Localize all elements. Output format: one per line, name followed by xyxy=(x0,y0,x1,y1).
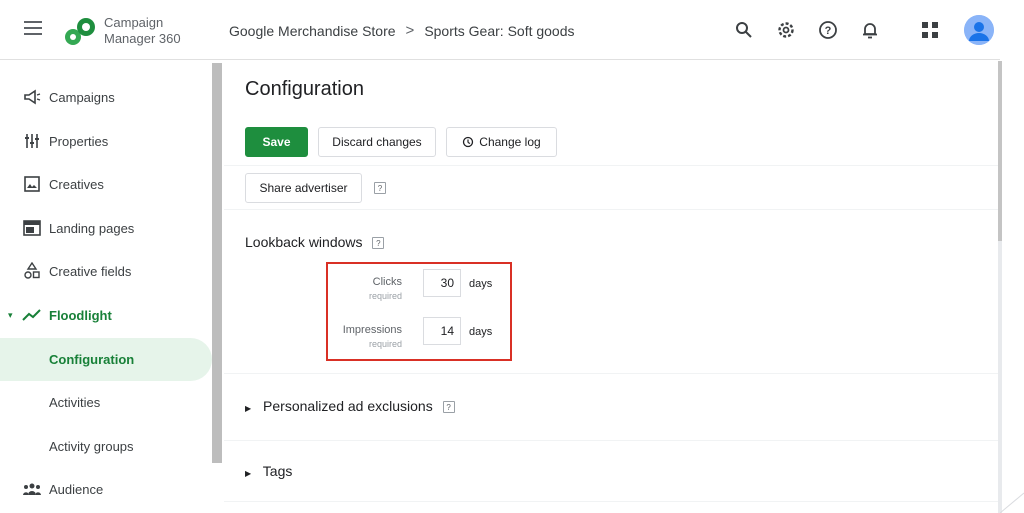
sidebar-item-campaigns[interactable]: Campaigns xyxy=(0,77,212,117)
svg-text:?: ? xyxy=(825,25,832,37)
breadcrumb: Google Merchandise Store > Sports Gear: … xyxy=(229,22,575,39)
history-icon xyxy=(463,136,474,148)
personalized-ad-exclusions-label: Personalized ad exclusions xyxy=(263,398,433,414)
sidebar-item-audience[interactable]: Audience xyxy=(0,469,212,509)
share-advertiser-row: Share advertiser ? xyxy=(224,166,998,209)
image-icon xyxy=(22,174,42,194)
clicks-days-input[interactable] xyxy=(423,269,461,297)
sidebar-item-activity-groups[interactable]: Activity groups xyxy=(0,426,212,466)
main-content: Configuration Save Discard changes Chang… xyxy=(224,61,1000,513)
save-button[interactable]: Save xyxy=(245,127,308,157)
sidebar-item-label: Properties xyxy=(49,133,109,149)
personalized-ad-exclusions-header: ▶ Personalized ad exclusions ? xyxy=(245,398,455,414)
lookback-windows-label: Lookback windows xyxy=(245,234,363,250)
sidebar-item-label: Floodlight xyxy=(49,307,112,323)
decorative-corner-line xyxy=(1000,492,1024,513)
sidebar-item-activities[interactable]: Activities xyxy=(0,382,212,422)
sidebar-item-creatives[interactable]: Creatives xyxy=(0,164,212,204)
change-log-button[interactable]: Change log xyxy=(446,127,557,157)
menu-icon[interactable] xyxy=(24,21,42,35)
sidebar-item-configuration[interactable]: Configuration xyxy=(0,338,212,381)
product-name-line1: Campaign xyxy=(104,15,164,30)
share-advertiser-button[interactable]: Share advertiser xyxy=(245,173,362,203)
help-tooltip-icon[interactable]: ? xyxy=(442,401,455,414)
impressions-label-text: Impressions xyxy=(342,324,402,336)
product-name-line2: Manager 360 xyxy=(104,31,181,46)
gear-icon[interactable] xyxy=(773,17,799,43)
discard-changes-button[interactable]: Discard changes xyxy=(318,127,436,157)
expand-caret-icon: ▶ xyxy=(245,469,252,478)
sidebar-item-landing-pages[interactable]: Landing pages xyxy=(0,208,212,248)
shapes-icon xyxy=(22,261,42,281)
sidebar-nav: Campaigns Properties Creatives Landing p… xyxy=(0,61,212,513)
apps-icon[interactable] xyxy=(917,17,943,43)
sidebar-item-creative-fields[interactable]: Creative fields xyxy=(0,251,212,291)
impressions-required-text: required xyxy=(368,339,402,349)
page-title: Configuration xyxy=(245,78,364,100)
lookback-windows-title: Lookback windows ? xyxy=(245,234,385,250)
sidebar-item-label: Campaigns xyxy=(49,89,115,105)
sidebar-item-label: Activities xyxy=(49,394,101,410)
impressions-label: Impressions required xyxy=(326,323,402,351)
clicks-required-text: required xyxy=(368,291,402,301)
sidebar-item-label: Creatives xyxy=(49,176,104,192)
header-card: Configuration Save Discard changes Chang… xyxy=(224,61,998,165)
help-tooltip-icon[interactable]: ? xyxy=(372,237,385,250)
tags-header: ▶ Tags xyxy=(245,463,292,479)
people-icon xyxy=(22,479,42,499)
avatar[interactable] xyxy=(964,15,994,45)
clicks-days-unit: days xyxy=(469,278,493,290)
next-section-card xyxy=(224,502,998,513)
clicks-label: Clicks required xyxy=(326,275,402,303)
clicks-label-text: Clicks xyxy=(372,276,402,288)
tags-section[interactable]: ▶ Tags xyxy=(224,441,998,501)
web-icon xyxy=(22,218,42,238)
sidebar-item-properties[interactable]: Properties xyxy=(0,121,212,161)
impressions-days-unit: days xyxy=(469,326,493,338)
breadcrumb-separator: > xyxy=(405,22,415,39)
help-tooltip-icon[interactable]: ? xyxy=(374,182,386,194)
bell-icon[interactable] xyxy=(857,17,883,43)
sidebar-item-label: Audience xyxy=(49,481,104,497)
search-icon[interactable] xyxy=(731,17,757,43)
breadcrumb-campaign[interactable]: Sports Gear: Soft goods xyxy=(424,23,574,39)
sidebar-item-label: Creative fields xyxy=(49,263,132,279)
help-icon[interactable]: ? xyxy=(815,17,841,43)
expand-caret-icon[interactable]: ▾ xyxy=(8,310,13,321)
sidebar-scrollbar[interactable] xyxy=(212,63,222,463)
top-app-bar: Campaign Manager 360 Google Merchandise … xyxy=(0,0,1000,60)
sidebar-item-floodlight[interactable]: ▾ Floodlight xyxy=(0,295,212,335)
main-scrollbar-thumb[interactable] xyxy=(998,61,1002,241)
change-log-label: Change log xyxy=(479,135,541,149)
sidebar-item-label: Activity groups xyxy=(49,438,134,454)
sliders-icon xyxy=(22,131,42,151)
personalized-ad-exclusions-section[interactable]: ▶ Personalized ad exclusions ? xyxy=(224,374,998,440)
megaphone-icon xyxy=(22,87,42,107)
expand-caret-icon: ▶ xyxy=(245,404,252,413)
impressions-days-input[interactable] xyxy=(423,317,461,345)
product-name: Campaign Manager 360 xyxy=(104,15,181,47)
campaign-manager-logo xyxy=(65,18,95,45)
sidebar-item-label: Configuration xyxy=(49,352,135,367)
breadcrumb-advertiser[interactable]: Google Merchandise Store xyxy=(229,23,396,39)
sidebar-item-label: Landing pages xyxy=(49,220,135,236)
trend-icon xyxy=(22,305,42,325)
tags-label: Tags xyxy=(262,463,293,479)
